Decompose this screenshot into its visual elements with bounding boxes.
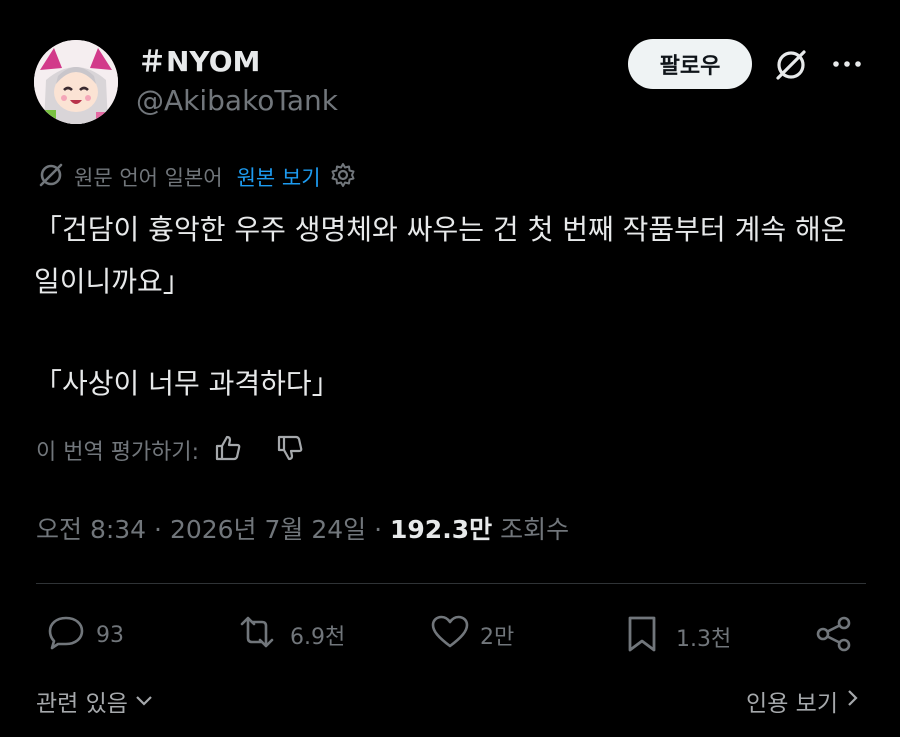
bookmark-count: 1.3천: [676, 627, 732, 652]
tweet-line: 「건담이 흉악한 우주 생명체와 싸우는 건 첫 번째 작품부터 계속 해온 일…: [34, 213, 847, 298]
tweet-time[interactable]: 오전 8:34: [36, 510, 146, 546]
meta-separator: ·: [366, 515, 391, 544]
rate-translation: 이 번역 평가하기:: [36, 433, 305, 467]
repost-button[interactable]: 6.9천: [234, 614, 345, 656]
divider: [36, 583, 866, 584]
reply-button[interactable]: 93: [46, 614, 124, 656]
gear-icon[interactable]: [329, 161, 357, 193]
chevron-right-icon: [846, 688, 860, 714]
like-count: 2만: [480, 625, 515, 650]
rate-translation-label: 이 번역 평가하기:: [36, 440, 200, 465]
show-original-link[interactable]: 원본 보기: [237, 162, 321, 192]
avatar[interactable]: [34, 40, 118, 124]
follow-button[interactable]: 팔로우: [628, 39, 752, 89]
view-quotes-link[interactable]: 인용 보기: [746, 684, 860, 718]
reply-icon: [46, 614, 86, 656]
chevron-down-icon: [134, 688, 154, 714]
thumbs-up-icon[interactable]: [213, 433, 243, 467]
translation-source-label: 원문 언어 일본어: [74, 166, 223, 190]
tweet-line: 「사상이 너무 과격하다」: [34, 367, 340, 400]
heart-icon: [430, 614, 470, 656]
author-display-name[interactable]: ＃NYOM: [138, 40, 260, 80]
share-button[interactable]: [814, 614, 854, 660]
related-dropdown[interactable]: 관련 있음: [36, 684, 154, 718]
grok-icon[interactable]: [772, 46, 810, 84]
tweet-date[interactable]: 2026년 7월 24일: [170, 510, 366, 546]
repost-icon: [234, 614, 280, 656]
author-handle[interactable]: @AkibakoTank: [136, 84, 338, 117]
views-count: 192.3만: [390, 515, 493, 544]
share-icon: [814, 614, 854, 660]
reply-count: 93: [96, 622, 124, 648]
thumbs-down-icon[interactable]: [275, 433, 305, 467]
grok-translate-icon: [36, 160, 66, 194]
tweet-metadata: 오전 8:34 · 2026년 7월 24일 · 192.3만 조회수: [36, 510, 569, 546]
quotes-label: 인용 보기: [746, 691, 838, 717]
translation-bar: 원문 언어 일본어 원본 보기: [36, 160, 357, 194]
bookmark-icon: [624, 614, 660, 660]
more-dots-icon[interactable]: [830, 50, 864, 78]
views-label: 조회수: [500, 515, 570, 544]
bookmark-button[interactable]: 1.3천: [624, 614, 731, 660]
related-label: 관련 있음: [36, 691, 128, 717]
repost-count: 6.9천: [290, 625, 346, 650]
tweet-text: 「건담이 흉악한 우주 생명체와 싸우는 건 첫 번째 작품부터 계속 해온 일…: [34, 204, 866, 410]
like-button[interactable]: 2만: [430, 614, 514, 656]
meta-separator: ·: [146, 515, 170, 544]
anime-character-avatar: [34, 40, 118, 124]
